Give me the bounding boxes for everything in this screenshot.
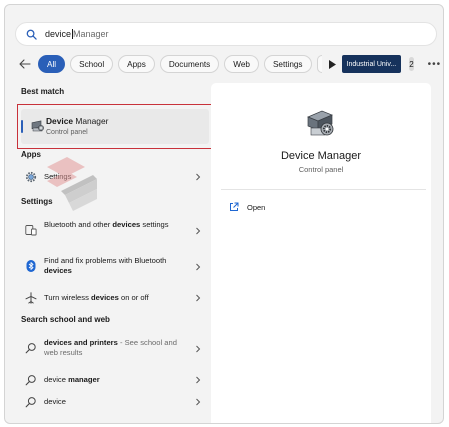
- scroll-right-icon[interactable]: [328, 57, 336, 71]
- filter-chip-documents[interactable]: Documents: [159, 55, 220, 73]
- device-manager-icon: [31, 120, 44, 132]
- more-options-icon[interactable]: •••: [428, 59, 442, 70]
- filter-chip-web[interactable]: Web: [224, 55, 259, 73]
- search-icon: [25, 343, 36, 354]
- chevron-right-icon[interactable]: [195, 263, 201, 271]
- devices-icon: [25, 225, 37, 236]
- filter-chip-all[interactable]: All: [38, 55, 66, 73]
- search-icon: [25, 397, 36, 408]
- search-icon: [26, 29, 37, 40]
- result-label: device manager: [44, 375, 100, 384]
- best-match-subtitle: Control panel: [46, 129, 88, 136]
- result-bluetooth-troubleshoot[interactable]: Find and fix problems with Bluetooth dev…: [21, 253, 205, 279]
- open-action-label: Open: [247, 202, 266, 212]
- result-label: device: [44, 397, 66, 406]
- notification-count-badge[interactable]: 2: [409, 57, 414, 71]
- chevron-right-icon[interactable]: [195, 227, 201, 235]
- search-icon: [25, 375, 36, 386]
- start-search-panel: device Manager All School Apps Documents…: [4, 4, 444, 424]
- filter-chip-settings[interactable]: Settings: [263, 55, 312, 73]
- web-search-header: Search school and web: [21, 315, 110, 324]
- selection-indicator: [21, 120, 23, 133]
- bluetooth-icon: [26, 260, 36, 272]
- detail-title: Device Manager: [280, 150, 362, 162]
- result-web-device[interactable]: device: [21, 393, 205, 411]
- best-match-highlight-box: Device Manager Control panel: [17, 104, 213, 149]
- detail-pane: Device Manager Control panel Open: [211, 83, 431, 423]
- divider: [221, 189, 426, 190]
- result-wireless-devices[interactable]: Turn wireless devices on or off: [21, 289, 205, 307]
- organization-badge[interactable]: Industrial Univ...: [341, 55, 402, 73]
- best-match-header: Best match: [21, 87, 65, 96]
- chevron-right-icon[interactable]: [195, 294, 201, 302]
- search-autocomplete-text: Manager: [73, 29, 109, 39]
- back-arrow-icon[interactable]: [19, 57, 31, 71]
- chevron-right-icon[interactable]: [195, 398, 201, 406]
- watermark-logo: [47, 157, 97, 211]
- open-external-icon: [230, 202, 239, 211]
- result-label: devices and printers - See school and we…: [44, 338, 177, 357]
- result-web-device-manager[interactable]: device manager: [21, 371, 205, 389]
- gear-icon: [25, 171, 37, 183]
- device-manager-large-icon: [307, 110, 334, 136]
- detail-subtitle: Control panel: [298, 165, 344, 174]
- filter-chip-school[interactable]: School: [70, 55, 114, 73]
- filter-chip-people[interactable]: Pe: [316, 55, 322, 73]
- apps-header: Apps: [21, 150, 41, 159]
- result-label: Turn wireless devices on or off: [44, 293, 149, 302]
- search-box[interactable]: device Manager: [15, 22, 437, 46]
- result-label: Find and fix problems with Bluetooth dev…: [44, 256, 167, 275]
- chevron-right-icon[interactable]: [195, 376, 201, 384]
- filter-bar: All School Apps Documents Web Settings P…: [19, 54, 442, 74]
- chevron-right-icon[interactable]: [195, 173, 201, 181]
- best-match-item[interactable]: Device Manager Control panel: [21, 109, 209, 144]
- result-web-devices-and-printers[interactable]: devices and printers - See school and we…: [21, 335, 205, 361]
- search-typed-text: device: [45, 29, 72, 39]
- result-label: Bluetooth and other devices settings: [44, 220, 169, 229]
- best-match-title: Device Manager: [46, 116, 109, 126]
- filter-chip-apps[interactable]: Apps: [118, 55, 155, 73]
- airplane-mode-icon: [25, 292, 37, 304]
- open-action[interactable]: Open: [229, 202, 265, 212]
- chevron-right-icon[interactable]: [195, 345, 201, 353]
- search-input[interactable]: device Manager: [45, 29, 109, 39]
